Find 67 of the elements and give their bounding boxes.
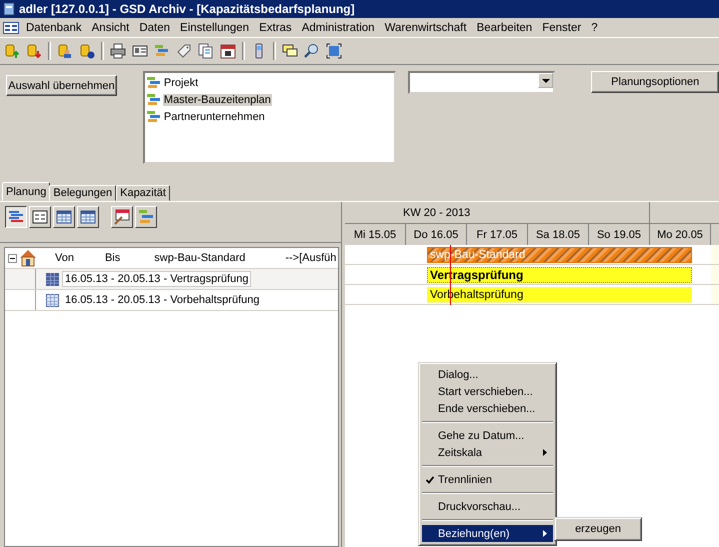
database-up-icon[interactable] bbox=[4, 43, 20, 59]
today-line bbox=[450, 245, 451, 305]
menu-item[interactable]: Fenster bbox=[537, 22, 586, 34]
list-item[interactable]: Master-Bauzeitenplan bbox=[162, 94, 272, 106]
menu-item[interactable]: ? bbox=[586, 22, 603, 34]
collapse-icon[interactable] bbox=[8, 254, 17, 262]
menu-item[interactable]: Ansicht bbox=[86, 22, 134, 34]
users-icon[interactable] bbox=[57, 43, 73, 59]
tab[interactable]: Planung bbox=[2, 182, 50, 201]
tree-item[interactable]: 16.05.13 - 20.05.13 - Vorbehaltsprüfung bbox=[62, 292, 262, 308]
search-icon[interactable] bbox=[304, 43, 320, 59]
dropdown-field[interactable] bbox=[408, 71, 556, 94]
bars-icon[interactable] bbox=[135, 206, 157, 228]
menu-item[interactable]: Ende verschieben... bbox=[422, 400, 553, 417]
table-icon[interactable] bbox=[77, 206, 99, 228]
menu-item[interactable]: Zeitskala bbox=[422, 444, 553, 461]
menu-item[interactable]: Trennlinien bbox=[422, 471, 553, 488]
window-menu-icon[interactable] bbox=[3, 22, 19, 34]
list-item[interactable]: Projekt bbox=[162, 76, 200, 88]
menu-item[interactable]: erzeugen bbox=[557, 520, 639, 538]
menu-item[interactable]: Extras bbox=[254, 22, 297, 34]
tag-icon[interactable] bbox=[176, 43, 192, 59]
app-icon bbox=[2, 2, 16, 16]
menu-item[interactable]: Warenwirtschaft bbox=[380, 22, 472, 34]
tab[interactable]: Kapazität bbox=[116, 185, 170, 201]
menu-item[interactable]: Start verschieben... bbox=[422, 383, 553, 400]
submenu-arrow-icon bbox=[543, 449, 547, 456]
printer-icon[interactable] bbox=[110, 43, 126, 59]
gantt-icon[interactable] bbox=[5, 206, 27, 228]
menu-item[interactable]: Druckvorschau... bbox=[422, 498, 553, 515]
menu-item[interactable]: Datenbank bbox=[21, 22, 87, 34]
menu-item[interactable]: Bearbeiten bbox=[472, 22, 538, 34]
form-icon[interactable] bbox=[29, 206, 51, 228]
house-icon bbox=[19, 249, 37, 267]
menu-item[interactable]: Einstellungen bbox=[175, 22, 254, 34]
chat-icon[interactable] bbox=[282, 43, 298, 59]
bars-icon bbox=[146, 92, 161, 106]
column-header: swp-Bau-Standard bbox=[154, 252, 246, 264]
id-card-icon[interactable] bbox=[132, 43, 148, 59]
database-down-icon[interactable] bbox=[26, 43, 42, 59]
column-header: -->[Ausfüh bbox=[285, 252, 336, 264]
planning-options-button[interactable]: Planungsoptionen bbox=[591, 71, 719, 93]
menu-item[interactable]: Gehe zu Datum... bbox=[422, 427, 553, 444]
dropdown-arrow-icon bbox=[542, 78, 550, 82]
apply-selection-button[interactable]: Auswahl übernehmen bbox=[6, 75, 117, 96]
documents-icon[interactable] bbox=[198, 43, 214, 59]
table-icon[interactable] bbox=[53, 206, 75, 228]
frame-icon[interactable] bbox=[326, 43, 342, 59]
tree-item[interactable]: 16.05.13 - 20.05.13 - Vertragsprüfung bbox=[62, 271, 252, 287]
tab[interactable]: Belegungen bbox=[49, 185, 116, 201]
table-icon bbox=[46, 272, 59, 286]
submenu-arrow-icon bbox=[543, 530, 547, 537]
list-item[interactable]: Partnerunternehmen bbox=[162, 110, 266, 122]
week-header: KW 20 - 2013 bbox=[345, 202, 650, 223]
database-info-icon[interactable] bbox=[79, 43, 95, 59]
menu-item[interactable]: Dialog... bbox=[422, 366, 553, 383]
column-header: Von bbox=[55, 252, 74, 264]
bars-icon bbox=[146, 76, 161, 90]
menu-item[interactable]: Daten bbox=[134, 22, 176, 34]
menu-item[interactable]: Beziehung(en) bbox=[422, 525, 553, 542]
window-title: adler [127.0.0.1] - GSD Archiv - [Kapazitätsbedarfsplanung] bbox=[19, 2, 355, 16]
menu-item[interactable]: Administration bbox=[296, 22, 380, 34]
bars-icon bbox=[146, 110, 161, 124]
table-icon bbox=[46, 294, 59, 306]
edit-icon[interactable] bbox=[111, 206, 133, 228]
calendar-icon[interactable] bbox=[220, 43, 236, 59]
column-header: Bis bbox=[104, 252, 120, 264]
